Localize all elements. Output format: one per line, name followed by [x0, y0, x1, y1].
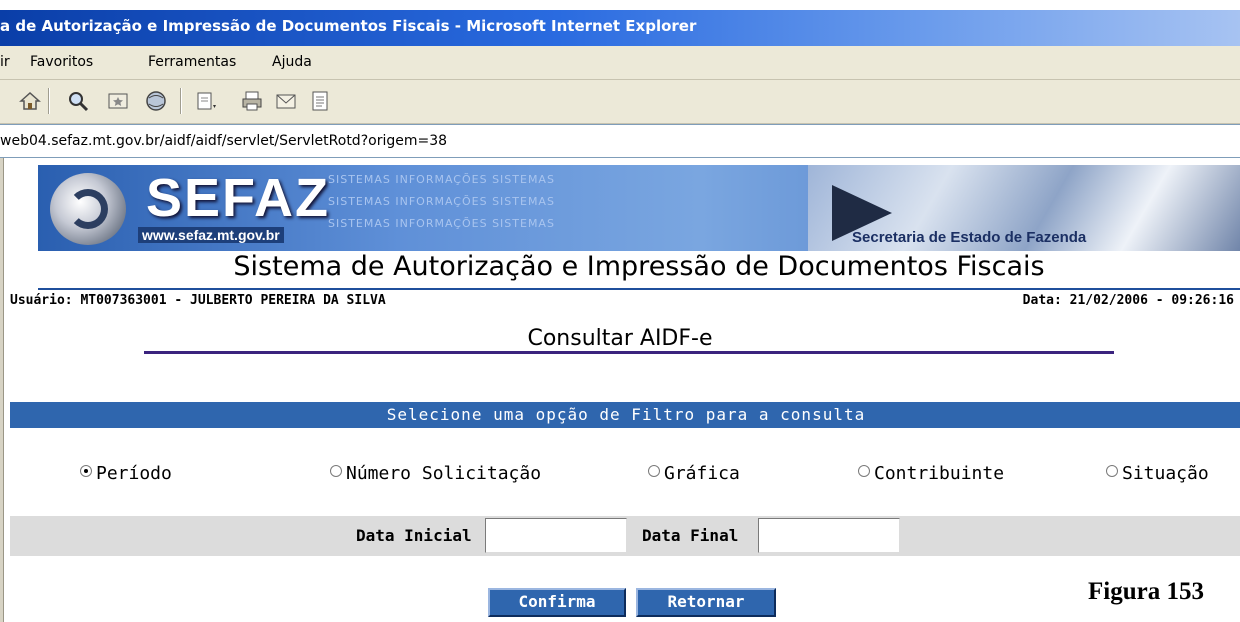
browser-window: a de Autorização e Impressão de Document… — [0, 0, 1240, 622]
app-title: Sistema de Autorização e Impressão de Do… — [233, 251, 1045, 282]
option-label: Número Solicitação — [346, 463, 542, 484]
window-title: a de Autorização e Impressão de Document… — [0, 17, 697, 35]
sefaz-banner: SEFAZ www.sefaz.mt.gov.br SISTEMAS INFOR… — [38, 165, 1240, 251]
toolbar-separator — [48, 88, 50, 114]
frame-border — [0, 158, 4, 622]
page-icon[interactable] — [308, 89, 332, 113]
banner-tagline: SISTEMAS INFORMAÇÕES SISTEMAS — [328, 217, 555, 230]
option-label: Gráfica — [664, 463, 740, 484]
menu-item-favoritos[interactable]: Favoritos — [30, 54, 93, 70]
start-date-input[interactable] — [485, 518, 627, 553]
option-label: Período — [96, 463, 172, 484]
menu-bar: ir Favoritos Ferramentas Ajuda — [0, 46, 1240, 80]
favorites-icon[interactable] — [106, 89, 130, 113]
option-label: Situação — [1122, 463, 1209, 484]
start-date-label: Data Inicial — [356, 526, 472, 545]
print-icon[interactable] — [240, 89, 264, 113]
address-url[interactable]: web04.sefaz.mt.gov.br/aidf/aidf/servlet/… — [0, 133, 447, 149]
option-periodo[interactable]: Período — [80, 463, 172, 484]
home-icon[interactable] — [18, 89, 42, 113]
toolbar — [0, 80, 1240, 124]
option-situacao[interactable]: Situação — [1106, 463, 1209, 484]
radio-contribuinte[interactable] — [858, 464, 870, 477]
brand-name: SEFAZ — [146, 168, 331, 228]
user-info: Usuário: MT007363001 - JULBERTO PEREIRA … — [10, 293, 386, 308]
radio-grafica[interactable] — [648, 464, 660, 477]
edit-icon[interactable] — [194, 89, 218, 113]
radio-situacao[interactable] — [1106, 464, 1118, 477]
address-bar[interactable]: web04.sefaz.mt.gov.br/aidf/aidf/servlet/… — [0, 124, 1240, 158]
menu-item-ajuda[interactable]: Ajuda — [272, 54, 312, 70]
filter-heading-bar: Selecione uma opção de Filtro para a con… — [10, 402, 1240, 428]
banner-tagline: SISTEMAS INFORMAÇÕES SISTEMAS — [328, 173, 555, 186]
mail-icon[interactable] — [274, 89, 298, 113]
end-date-input[interactable] — [758, 518, 900, 553]
back-button[interactable]: Retornar — [636, 588, 776, 617]
media-icon[interactable] — [144, 89, 168, 113]
sefaz-logo-icon — [50, 173, 126, 245]
title-underline — [144, 351, 1114, 354]
toolbar-separator — [180, 88, 182, 114]
brand-url: www.sefaz.mt.gov.br — [138, 227, 284, 243]
confirm-button[interactable]: Confirma — [488, 588, 626, 617]
divider — [38, 288, 1240, 290]
radio-numero-solicitacao[interactable] — [330, 464, 342, 477]
date-filter-row: Data Inicial Data Final — [10, 516, 1240, 556]
date-info: Data: 21/02/2006 - 09:26:16 — [1022, 293, 1234, 308]
radio-periodo[interactable] — [80, 464, 92, 477]
option-grafica[interactable]: Gráfica — [648, 463, 740, 484]
figure-caption: Figura 153 — [1088, 578, 1204, 605]
banner-photo: Secretaria de Estado de Fazenda — [808, 165, 1240, 251]
menu-item-exibir[interactable]: ir — [0, 54, 10, 70]
banner-tagline: SISTEMAS INFORMAÇÕES SISTEMAS — [328, 195, 555, 208]
end-date-label: Data Final — [642, 526, 739, 545]
option-numero-solicitacao[interactable]: Número Solicitação — [330, 463, 541, 484]
option-contribuinte[interactable]: Contribuinte — [858, 463, 1004, 484]
banner-caption: Secretaria de Estado de Fazenda — [852, 229, 1087, 246]
page-title: Consultar AIDF-e — [527, 326, 713, 351]
filter-heading: Selecione uma opção de Filtro para a con… — [386, 405, 866, 424]
option-label: Contribuinte — [874, 463, 1005, 484]
search-icon[interactable] — [66, 89, 90, 113]
menu-item-ferramentas[interactable]: Ferramentas — [148, 54, 236, 70]
title-bar: a de Autorização e Impressão de Document… — [0, 10, 1240, 46]
